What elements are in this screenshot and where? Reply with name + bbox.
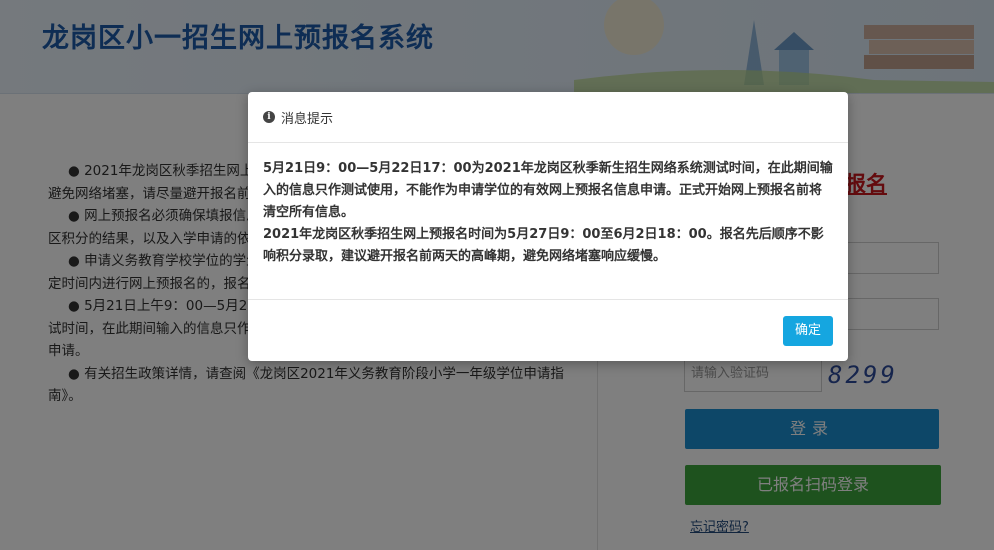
dialog-header: i 消息提示 <box>248 92 848 143</box>
dialog-body: 5月21日9：00—5月22日17：00为2021年龙岗区秋季新生招生网络系统测… <box>248 143 848 300</box>
dialog-message-line: 2021年龙岗区秋季招生网上预报名时间为5月27日9：00至6月2日18：00。… <box>263 227 824 264</box>
message-dialog: i 消息提示 5月21日9：00—5月22日17：00为2021年龙岗区秋季新生… <box>248 92 848 361</box>
dialog-title: 消息提示 <box>281 111 334 127</box>
dialog-message-line: 5月21日9：00—5月22日17：00为2021年龙岗区秋季新生招生网络系统测… <box>263 161 833 220</box>
confirm-button[interactable]: 确定 <box>783 316 833 346</box>
dialog-footer: 确定 <box>248 300 848 360</box>
info-icon: i <box>263 111 275 123</box>
